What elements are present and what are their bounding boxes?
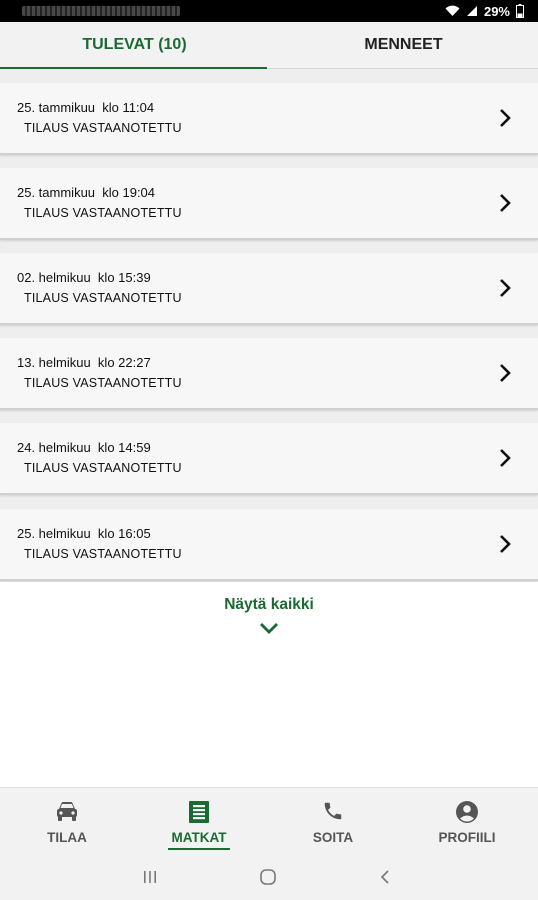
- order-date: 25. tammikuu klo 11:04: [17, 100, 155, 115]
- show-all-section: Näytä kaikki: [0, 582, 538, 787]
- tab-upcoming[interactable]: TULEVAT (10): [0, 22, 269, 69]
- tab-past[interactable]: MENNEET: [269, 22, 538, 68]
- battery-percent: 29%: [483, 3, 510, 19]
- order-status: TILAUS VASTAANOTETTU: [24, 291, 182, 305]
- nav-trips-label: MATKAT: [171, 830, 227, 845]
- order-card[interactable]: 25. tammikuu klo 19:04 TILAUS VASTAANOTE…: [0, 168, 538, 240]
- order-date: 02. helmikuu klo 15:39: [17, 270, 151, 285]
- order-date: 25. helmikuu klo 16:05: [17, 526, 151, 541]
- status-icons: 29%: [445, 3, 524, 19]
- order-status: TILAUS VASTAANOTETTU: [24, 121, 182, 135]
- show-all-button[interactable]: Näytä kaikki: [199, 590, 339, 646]
- chevron-right-icon: [500, 194, 511, 212]
- nav-order-label: TILAA: [47, 830, 87, 845]
- show-all-label: Näytä kaikki: [224, 596, 314, 613]
- order-card[interactable]: 24. helmikuu klo 14:59 TILAUS VASTAANOTE…: [0, 423, 538, 495]
- back-icon[interactable]: [379, 869, 391, 885]
- recent-apps-icon[interactable]: [142, 869, 158, 885]
- system-navigation-bar: [0, 855, 538, 900]
- order-status: TILAUS VASTAANOTETTU: [24, 206, 182, 220]
- blurred-notification-area: [22, 6, 180, 16]
- receipt-icon: [189, 801, 209, 823]
- order-card[interactable]: 25. helmikuu klo 16:05 TILAUS VASTAANOTE…: [0, 509, 538, 581]
- order-date: 24. helmikuu klo 14:59: [17, 440, 151, 455]
- active-indicator: [168, 848, 230, 850]
- bottom-navigation: TILAA MATKAT SOITA PROFIILI: [0, 787, 538, 856]
- order-date: 25. tammikuu klo 19:04: [17, 185, 156, 200]
- home-icon[interactable]: [259, 869, 277, 885]
- battery-icon: [516, 4, 524, 18]
- chevron-down-icon: [260, 623, 278, 634]
- chevron-right-icon: [500, 279, 511, 297]
- chevron-right-icon: [500, 364, 511, 382]
- wifi-icon: [445, 5, 460, 17]
- signal-icon: [466, 6, 477, 16]
- nav-call[interactable]: SOITA: [266, 788, 400, 856]
- car-icon: [57, 802, 77, 821]
- nav-trips[interactable]: MATKAT: [132, 788, 266, 856]
- account-circle-icon: [456, 801, 478, 823]
- status-bar: 29%: [0, 0, 538, 22]
- nav-profile-label: PROFIILI: [438, 830, 496, 845]
- phone-icon: [324, 802, 342, 820]
- order-date: 13. helmikuu klo 22:27: [17, 355, 151, 370]
- order-status: TILAUS VASTAANOTETTU: [24, 376, 182, 390]
- order-list: 25. tammikuu klo 11:04 TILAUS VASTAANOTE…: [0, 69, 538, 582]
- nav-profile[interactable]: PROFIILI: [400, 788, 534, 856]
- chevron-right-icon: [500, 535, 511, 553]
- order-status: TILAUS VASTAANOTETTU: [24, 547, 182, 561]
- order-card[interactable]: 02. helmikuu klo 15:39 TILAUS VASTAANOTE…: [0, 253, 538, 325]
- chevron-right-icon: [500, 449, 511, 467]
- tab-bar: TULEVAT (10) MENNEET: [0, 22, 538, 69]
- nav-order[interactable]: TILAA: [0, 788, 134, 856]
- chevron-right-icon: [500, 109, 511, 127]
- nav-call-label: SOITA: [312, 830, 354, 845]
- order-status: TILAUS VASTAANOTETTU: [24, 461, 182, 475]
- order-card[interactable]: 13. helmikuu klo 22:27 TILAUS VASTAANOTE…: [0, 338, 538, 410]
- order-card[interactable]: 25. tammikuu klo 11:04 TILAUS VASTAANOTE…: [0, 83, 538, 155]
